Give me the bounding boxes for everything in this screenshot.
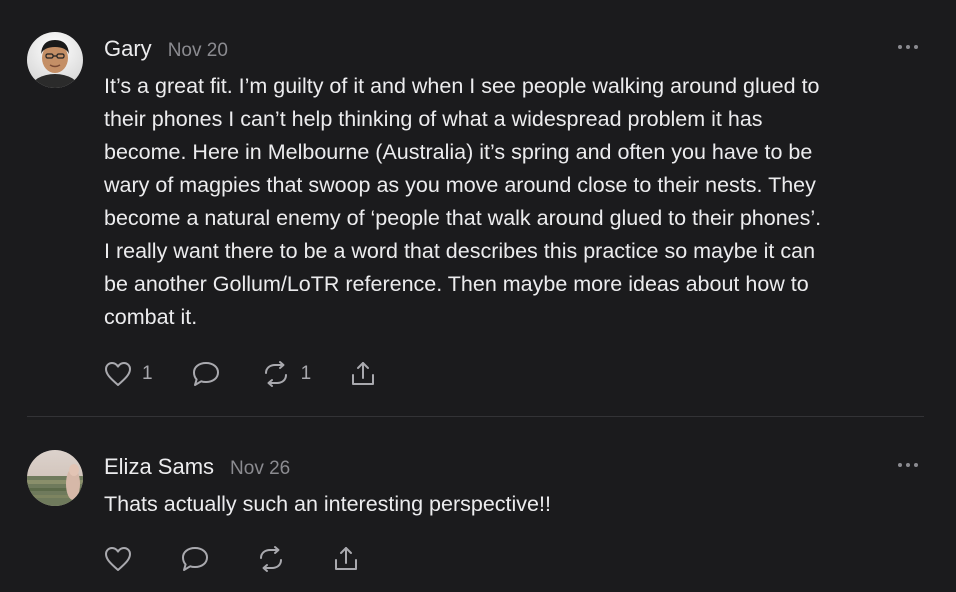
more-dots-icon[interactable] [898, 44, 918, 50]
avatar[interactable] [27, 450, 83, 506]
speech-bubble-icon [182, 547, 208, 571]
comment-header: Eliza Sams Nov 26 [104, 454, 290, 482]
comments-thread: Gary Nov 20 It’s a great fit. I’m guilty… [0, 0, 956, 592]
comment: Gary Nov 20 It’s a great fit. I’m guilty… [0, 0, 956, 417]
heart-icon [105, 547, 131, 571]
comment-date[interactable]: Nov 20 [168, 38, 228, 64]
share-button[interactable] [349, 360, 377, 388]
comment-actions: 1 1 [104, 359, 377, 389]
restack-button[interactable] [256, 545, 286, 573]
comment-actions [104, 544, 360, 574]
restack-icon [264, 361, 287, 387]
comment-divider [27, 416, 924, 417]
comment-date[interactable]: Nov 26 [230, 456, 290, 482]
like-button[interactable]: 1 [104, 361, 153, 387]
like-count: 1 [142, 363, 153, 384]
reply-button[interactable] [191, 360, 221, 388]
reply-button[interactable] [180, 545, 210, 573]
like-button[interactable] [104, 546, 132, 572]
avatar[interactable] [27, 32, 83, 88]
speech-bubble-icon [192, 362, 219, 386]
comment: Eliza Sams Nov 26 Thats actually such an… [0, 418, 956, 592]
comment-text: Thats actually such an interesting persp… [104, 492, 551, 516]
heart-icon [105, 362, 131, 386]
share-icon [335, 547, 357, 570]
restack-icon [260, 546, 282, 572]
share-icon [352, 362, 375, 385]
comment-text: It’s a great fit. I’m guilty of it and w… [104, 74, 822, 329]
restack-count: 1 [300, 363, 312, 384]
share-button[interactable] [332, 545, 360, 573]
more-dots-icon[interactable] [898, 462, 918, 468]
comment-header: Gary Nov 20 [104, 36, 228, 64]
author-name[interactable]: Gary [104, 36, 152, 62]
author-name[interactable]: Eliza Sams [104, 454, 214, 480]
restack-button[interactable]: 1 [261, 360, 312, 388]
